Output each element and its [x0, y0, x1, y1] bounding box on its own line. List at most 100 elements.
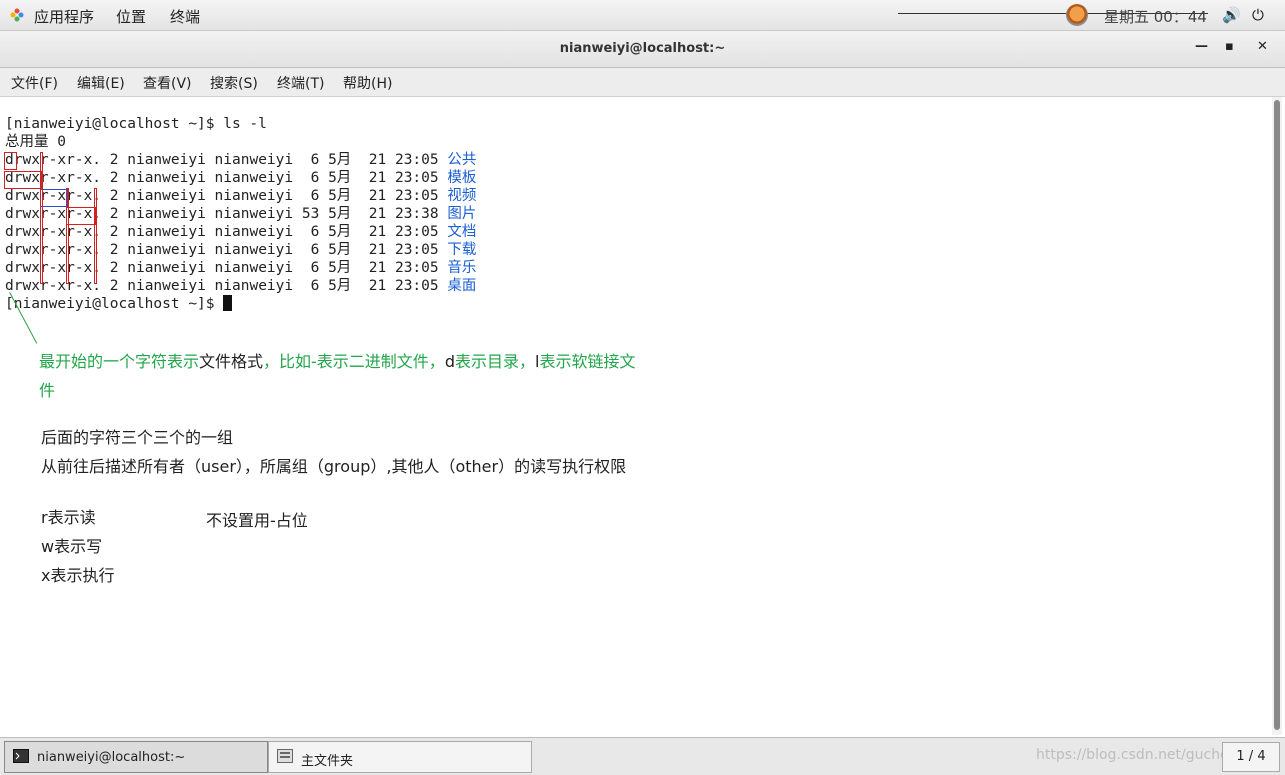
workspace-pager[interactable]: 1 / 4	[1222, 742, 1280, 772]
note-r: r表示读	[41, 508, 96, 527]
listing-row: drwxr-xr-x. 2 nianweiyi nianweiyi 6 5月 2…	[5, 151, 476, 169]
listing-owner: nianweiyi	[127, 242, 206, 258]
terminal-app-menu[interactable]: 终端	[170, 6, 200, 27]
listing-group: nianweiyi	[214, 278, 294, 294]
places-menu[interactable]: 位置	[116, 6, 146, 27]
listing-row: drwxr-xr-x. 2 nianweiyi nianweiyi 6 5月 2…	[5, 187, 476, 205]
listing-time: 23:05	[394, 260, 439, 276]
listing-group: nianweiyi	[214, 188, 294, 204]
task-terminal[interactable]: nianweiyi@localhost:~	[4, 741, 268, 773]
type-char-box	[4, 152, 17, 170]
terminal-area[interactable]: [nianweiyi@localhost ~]$ ls -l 总用量 0 drw…	[3, 97, 1270, 735]
listing-size: 6	[301, 152, 320, 168]
divider-group	[66, 188, 69, 284]
listing-month: 5月	[328, 260, 352, 276]
task-home-folder[interactable]: 主文件夹	[268, 741, 532, 773]
listing-dirname[interactable]: 文档	[447, 224, 476, 240]
divider-other	[94, 188, 97, 284]
scrollbar[interactable]	[1272, 97, 1282, 735]
listing-row: drwxr-xr-x. 2 nianweiyi nianweiyi 6 5月 2…	[5, 259, 476, 277]
other-perm-box	[66, 207, 96, 225]
listing-month: 5月	[328, 152, 352, 168]
note-type-line2: 件	[39, 381, 56, 400]
listing-size: 53	[301, 206, 320, 222]
window-title: nianweiyi@localhost:~	[559, 41, 726, 56]
listing-day: 21	[368, 260, 387, 276]
listing-group: nianweiyi	[214, 260, 294, 276]
listing-dirname[interactable]: 图片	[447, 206, 476, 222]
listing-dirname[interactable]: 模板	[447, 170, 476, 186]
listing-links: 2	[109, 170, 119, 186]
listing-size: 6	[301, 188, 320, 204]
listing-dirname[interactable]: 音乐	[447, 260, 476, 276]
menubar: 文件(F) 编辑(E) 查看(V) 搜索(S) 终端(T) 帮助(H)	[0, 68, 1285, 97]
listing-owner: nianweiyi	[127, 278, 206, 294]
listing-perm: drwxr-xr-x.	[5, 152, 102, 168]
menu-help[interactable]: 帮助(H)	[343, 73, 392, 93]
listing-dirname[interactable]: 公共	[447, 152, 476, 168]
listing-day: 21	[368, 242, 387, 258]
listing-perm: drwxr-xr-x.	[5, 278, 102, 294]
maximize-button[interactable]: ▪	[1225, 39, 1234, 54]
listing-month: 5月	[328, 188, 352, 204]
listing-group: nianweiyi	[214, 152, 294, 168]
listing-dirname[interactable]: 下载	[447, 242, 476, 258]
note-part: 文件格式	[199, 352, 264, 371]
listing-time: 23:05	[394, 188, 439, 204]
menu-file[interactable]: 文件(F)	[11, 73, 58, 93]
user-perm-box	[4, 171, 42, 189]
listing-day: 21	[368, 188, 387, 204]
listing-month: 5月	[328, 242, 352, 258]
listing-group: nianweiyi	[214, 242, 294, 258]
listing-size: 6	[301, 224, 320, 240]
listing-day: 21	[368, 170, 387, 186]
note-group-1: 后面的字符三个三个的一组	[41, 428, 234, 447]
group-perm-box	[40, 189, 68, 207]
user-avatar-icon[interactable]	[1066, 4, 1088, 26]
listing-time: 23:05	[394, 152, 439, 168]
clock[interactable]: 星期五 00：44	[1104, 6, 1207, 27]
listing-time: 23:05	[394, 242, 439, 258]
listing-group: nianweiyi	[214, 170, 294, 186]
note-part: d	[444, 352, 455, 371]
volume-icon[interactable]: 🔊	[1222, 6, 1241, 24]
listing-day: 21	[368, 206, 387, 222]
listing-row: drwxr-xr-x. 2 nianweiyi nianweiyi 6 5月 2…	[5, 223, 476, 241]
listing-size: 6	[301, 242, 320, 258]
terminal-icon	[13, 749, 29, 763]
listing-month: 5月	[328, 170, 352, 186]
listing-links: 2	[109, 242, 119, 258]
listing-time: 23:05	[394, 170, 439, 186]
apps-menu[interactable]: 应用程序	[34, 6, 94, 27]
listing-size: 6	[301, 260, 320, 276]
menu-search[interactable]: 搜索(S)	[210, 73, 258, 93]
listing-day: 21	[368, 152, 387, 168]
scroll-thumb[interactable]	[1274, 100, 1280, 730]
menu-edit[interactable]: 编辑(E)	[77, 73, 125, 93]
listing-owner: nianweiyi	[127, 206, 206, 222]
listing-dirname[interactable]: 桌面	[447, 278, 476, 294]
power-icon[interactable]: ⏻	[1252, 6, 1264, 24]
divider-user	[40, 152, 43, 284]
window-titlebar[interactable]: nianweiyi@localhost:~ — ▪ ✕	[0, 31, 1285, 68]
minimize-button[interactable]: —	[1195, 39, 1208, 54]
close-button[interactable]: ✕	[1257, 39, 1268, 54]
apps-icon[interactable]	[10, 8, 24, 22]
listing-owner: nianweiyi	[127, 188, 206, 204]
listing-links: 2	[109, 260, 119, 276]
listing-month: 5月	[328, 278, 352, 294]
note-w: w表示写	[41, 537, 103, 556]
listing-time: 23:38	[394, 206, 439, 222]
listing-time: 23:05	[394, 278, 439, 294]
note-dash: 不设置用-占位	[206, 511, 308, 530]
note-part: 最开始的一个字符表示	[39, 352, 200, 371]
listing-dirname[interactable]: 视频	[447, 188, 476, 204]
menu-view[interactable]: 查看(V)	[143, 73, 192, 93]
listing-owner: nianweiyi	[127, 152, 206, 168]
listing-links: 2	[109, 152, 119, 168]
terminal-cursor	[223, 295, 233, 311]
listing-day: 21	[368, 278, 387, 294]
listing-size: 6	[301, 170, 320, 186]
listing-row: drwxr-xr-x. 2 nianweiyi nianweiyi 6 5月 2…	[5, 241, 476, 259]
menu-terminal[interactable]: 终端(T)	[277, 73, 324, 93]
